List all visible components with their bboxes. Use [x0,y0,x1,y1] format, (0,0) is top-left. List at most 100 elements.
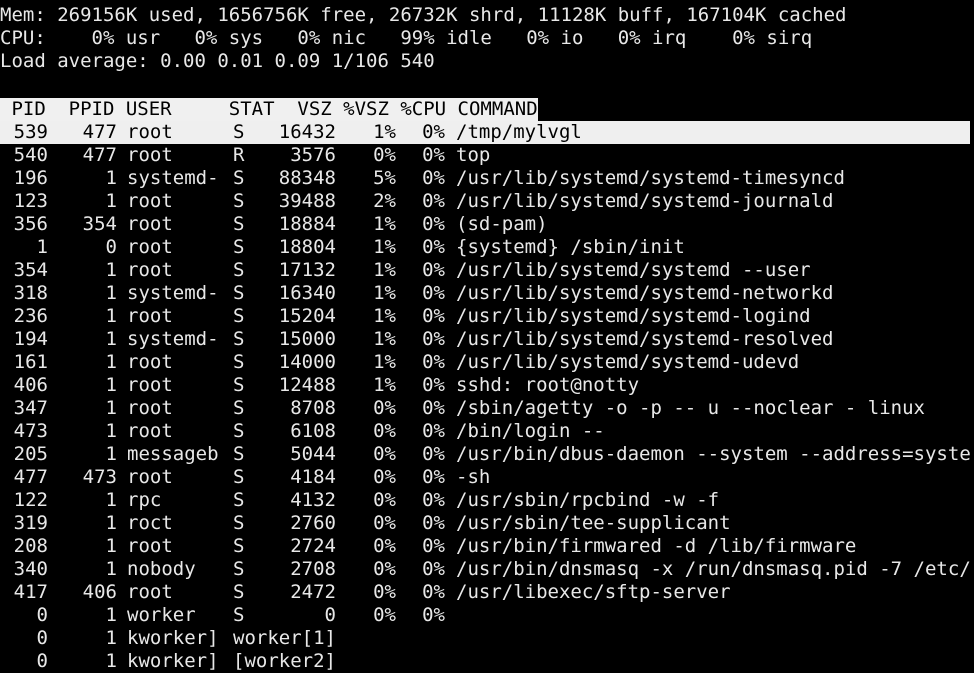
vsz-percent-cell: 1% [373,374,396,396]
vsz-percent-cell: 1% [373,259,396,281]
command-cell: /usr/lib/systemd/systemd-logind [456,305,811,327]
user-cell: messageb [127,443,219,465]
table-row[interactable]: 161 1 root S 14000 1% 0%/usr/lib/systemd/syste… [0,351,970,374]
cpu-percent-cell: 0% [422,213,445,235]
table-row[interactable]: 1 0 root S 18804 1% 0% {systemd} /sbin/init [0,236,970,259]
ppid-cell: 477 [82,144,117,166]
user-cell: nobody [127,558,196,580]
pid-cell: 540 [13,144,48,166]
table-row[interactable]: 406 1 root S 12488 1% 0% sshd: root@notty [0,374,970,397]
ppid-cell: 1 [105,351,117,373]
pid-cell: 196 [13,167,48,189]
table-row[interactable]: 354 1 root S 17132 1% 0%/usr/lib/systemd/syste… [0,259,970,282]
vsz-cell: 14000 [278,351,336,373]
command-cell: /usr/lib/systemd/systemd-journald [456,190,834,212]
table-row[interactable]: 194 1 systemd- S 15000 1% 0%/usr/lib/systemd/s… [0,328,970,351]
table-row[interactable]: 318 1 systemd- S 16340 1% 0%/usr/lib/systemd/s… [0,282,970,305]
ppid-cell: 1 [105,167,117,189]
cpu-percent-cell: 0% [422,581,445,603]
ppid-cell: 1 [105,328,117,350]
table-row[interactable]: 196 1 systemd- S 88348 5% 0%/usr/lib/systemd/s… [0,167,970,190]
pid-cell: 123 [13,190,48,212]
cpu-percent-cell: 0% [422,466,445,488]
command-cell: sshd: root@notty [456,374,640,396]
cpu-percent-cell: 0% [422,397,445,419]
table-row[interactable]: 123 1 root S 39488 2% 0%/usr/lib/systemd/syste… [0,190,970,213]
command-cell: /sbin/agetty -o -p -- u --noclear - linu… [456,397,925,419]
stat-cell: worker[1] [233,627,336,649]
ppid-cell: 1 [105,558,117,580]
table-row[interactable]: 356 354 root S 18884 1% 0% (sd-pam) [0,213,970,236]
table-row[interactable]: 473 1 root S 6108 0% 0%/bin/login -- [0,420,970,443]
command-cell: /usr/lib/systemd/systemd-udevd [456,351,800,373]
pid-cell: 539 [13,121,48,143]
table-row[interactable]: 208 1 root S 2724 0% 0%/usr/bin/firmwared -d /… [0,535,970,558]
user-cell: kworker] [127,627,219,649]
vsz-cell: 5044 [290,443,336,465]
table-row[interactable]: 319 1 roct S 2760 0% 0%/usr/sbin/tee-supplican… [0,512,970,535]
cpu-percent-cell: 0% [422,443,445,465]
command-cell: /bin/login -- [456,420,605,442]
pid-cell: 161 [13,351,48,373]
cpu-percent-cell: 0% [422,374,445,396]
user-cell: systemd- [127,282,219,304]
ppid-cell: 1 [105,305,117,327]
ppid-cell: 1 [105,627,117,649]
command-cell: /usr/bin/dnsmasq -x /run/dnsmasq.pid -7 … [456,558,971,580]
user-cell: root [127,466,173,488]
vsz-cell: 17132 [278,259,336,281]
table-row[interactable]: 417 406 root S 2472 0% 0%/usr/libexec/sftp-ser… [0,581,970,604]
command-cell: /usr/lib/systemd/systemd-networkd [456,282,834,304]
vsz-percent-cell: 0% [373,420,396,442]
vsz-cell: 12488 [278,374,336,396]
cpu-summary: CPU: 0% usr 0% sys 0% nic 99% idle 0% io… [0,27,813,49]
user-cell: root [127,351,173,373]
ppid-cell: 473 [82,466,117,488]
command-cell: /usr/lib/systemd/systemd --user [456,259,811,281]
table-row[interactable]: 340 1 nobody S 2708 0% 0%/usr/bin/dnsmasq -x /… [0,558,971,581]
vsz-cell: 16432 [278,121,336,143]
pid-cell: 347 [13,397,48,419]
cpu-percent-cell: 0% [422,535,445,557]
vsz-percent-cell: 0% [373,535,396,557]
table-row[interactable]: 205 1 messageb S 5044 0% 0%/usr/bin/dbus-daemo… [0,443,971,466]
vsz-cell: 8708 [290,397,336,419]
pid-cell: 406 [13,374,48,396]
vsz-cell: 18804 [278,236,336,258]
table-row[interactable]: 0 1 worker S 0 0% 0% [0,604,970,627]
pid-cell: 473 [13,420,48,442]
user-cell: root [127,397,173,419]
user-cell: root [127,420,173,442]
table-row[interactable]: 0 1 kworker] worker[1] [0,627,970,650]
cpu-percent-cell: 0% [422,190,445,212]
vsz-cell: 39488 [278,190,336,212]
vsz-percent-cell: 0% [373,489,396,511]
vsz-percent-cell: 1% [373,121,396,143]
cpu-percent-cell: 0% [422,121,445,143]
command-cell: top [456,144,491,166]
command-cell: /usr/bin/dbus-daemon --system --address=… [456,443,971,465]
ppid-cell: 1 [105,443,117,465]
vsz-cell: 6108 [290,420,336,442]
cpu-percent-cell: 0% [422,236,445,258]
vsz-cell: 2760 [290,512,336,534]
vsz-cell: 15000 [278,328,336,350]
table-row[interactable]: 540 477 root R 3576 0% 0% top [0,144,970,167]
vsz-percent-cell: 0% [373,512,396,534]
vsz-percent-cell: 2% [373,190,396,212]
cpu-percent-cell: 0% [422,558,445,580]
cpu-percent-cell: 0% [422,167,445,189]
table-row[interactable]: 236 1 root S 15204 1% 0%/usr/lib/systemd/syste… [0,305,970,328]
vsz-percent-cell: 1% [373,213,396,235]
user-cell: root [127,259,173,281]
table-row[interactable]: 122 1 rpc S 4132 0% 0%/usr/sbin/rpcbind -w -f [0,489,970,512]
vsz-percent-cell: 1% [373,305,396,327]
load-average: Load average: 0.00 0.01 0.09 1/106 540 [0,50,435,72]
table-row[interactable]: 477 473 root S 4184 0% 0% -sh [0,466,970,489]
user-cell: root [127,190,173,212]
vsz-cell: 88348 [278,167,336,189]
table-row[interactable]: 347 1 root S 8708 0% 0%/sbin/agetty -o -p -- u… [0,397,970,420]
command-cell: /tmp/mylvgl [456,121,582,143]
table-row-selected[interactable]: 539 477 root S 16432 1% 0%/tmp/mylvgl [0,121,970,144]
pid-cell: 354 [13,259,48,281]
